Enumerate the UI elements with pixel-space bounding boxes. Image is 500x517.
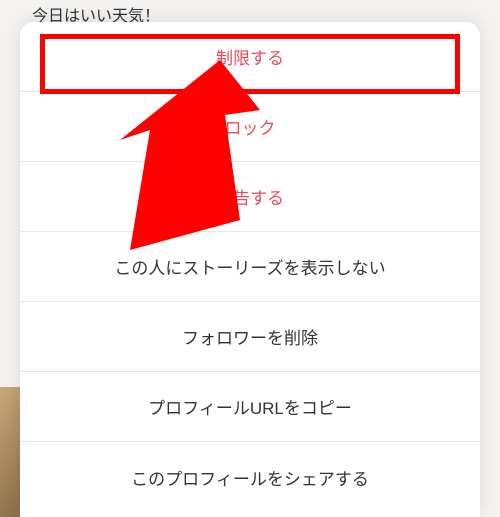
action-sheet: 制限する ロック 報告する この人にストーリーズを表示しない フォロワーを削除 …	[20, 22, 480, 517]
copy-url-option[interactable]: プロフィールURLをコピー	[20, 372, 480, 442]
block-option[interactable]: ロック	[20, 92, 480, 162]
hide-story-option[interactable]: この人にストーリーズを表示しない	[20, 232, 480, 302]
remove-follower-option[interactable]: フォロワーを削除	[20, 302, 480, 372]
background-photo	[0, 387, 20, 517]
restrict-option[interactable]: 制限する	[20, 22, 480, 92]
share-profile-option[interactable]: このプロフィールをシェアする	[20, 442, 480, 512]
report-option[interactable]: 報告する	[20, 162, 480, 232]
